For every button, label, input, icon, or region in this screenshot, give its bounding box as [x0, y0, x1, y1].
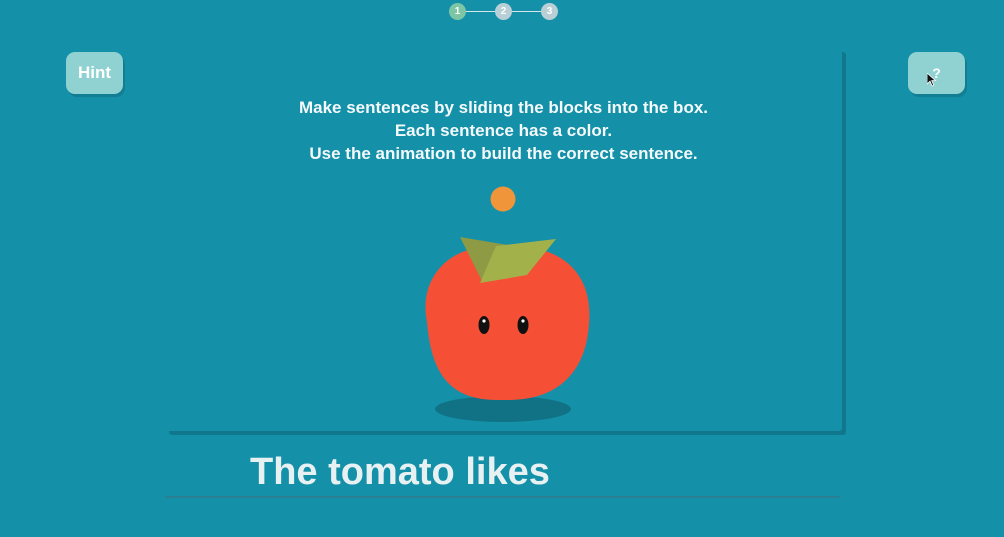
step-1[interactable]: 1: [449, 3, 466, 20]
answer-box-underline: [165, 496, 840, 498]
tomato-animation: [425, 186, 590, 422]
step-3[interactable]: 3: [541, 3, 558, 20]
tomato-eye: [478, 316, 490, 334]
animation-panel: Make sentences by sliding the blocks int…: [165, 48, 842, 431]
mouse-cursor-icon: [927, 73, 937, 87]
step-connector: [466, 11, 496, 12]
bouncing-ball: [490, 186, 516, 212]
tomato-icon: [425, 237, 590, 400]
step-connector: [512, 11, 542, 12]
step-2[interactable]: 2: [495, 3, 512, 20]
sentence-answer: The tomato likes: [250, 451, 550, 493]
tomato-eye: [517, 316, 529, 334]
hint-button[interactable]: Hint: [66, 52, 123, 94]
step-progress: 1 2 3: [449, 3, 559, 21]
